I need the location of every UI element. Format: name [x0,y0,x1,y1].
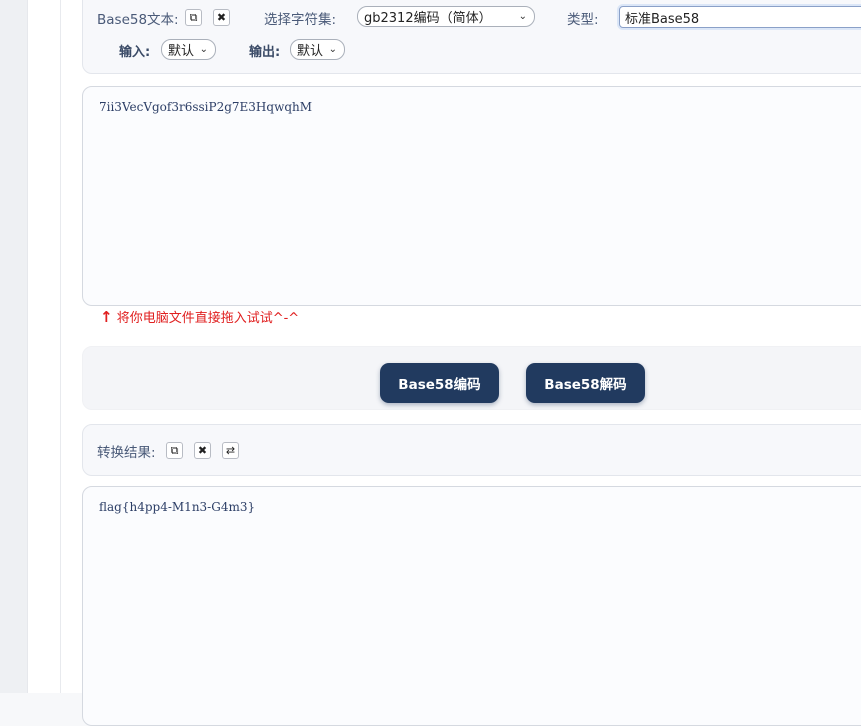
type-field-value: 标准Base58 [625,11,700,27]
arrow-up-icon: ↑ [100,308,113,326]
output-text: flag{h4pp4-M1n3-G4m3} [99,500,256,514]
output-mode-select[interactable]: 默认 ⌄ [290,39,345,60]
charset-select[interactable]: gb2312编码（简体） ⌄ [357,6,535,27]
charset-select-value: gb2312编码（简体） [364,11,492,26]
chevron-down-icon: ⌄ [199,44,208,55]
clear-output-icon[interactable]: ✖ [194,442,211,459]
base58-text-label: Base58文本: [97,12,179,28]
chevron-down-icon: ⌄ [518,11,527,22]
result-label: 转换结果: [97,445,156,461]
output-textarea[interactable]: flag{h4pp4-M1n3-G4m3} [82,486,861,726]
drag-hint: ↑ 将你电脑文件直接拖入试试^-^ [100,307,299,326]
input-mode-value: 默认 [168,44,195,59]
chevron-down-icon: ⌄ [328,44,337,55]
swap-icon[interactable]: ⇄ [222,442,239,459]
copy-input-icon[interactable]: ⧉ [185,9,202,26]
decode-button[interactable]: Base58解码 [526,363,645,403]
output-mode-value: 默认 [297,44,324,59]
drag-hint-text: 将你电脑文件直接拖入试试^-^ [116,311,300,326]
output-mode-label: 输出: [249,45,281,60]
input-mode-select[interactable]: 默认 ⌄ [161,39,216,60]
encode-button[interactable]: Base58编码 [380,363,499,403]
input-mode-label: 输入: [119,45,151,60]
clear-input-icon[interactable]: ✖ [213,9,230,26]
type-label: 类型: [567,12,599,28]
content-divider [60,0,61,693]
input-textarea[interactable]: 7ii3VecVgof3r6ssiP2g7E3HqwqhM [82,86,861,306]
copy-output-icon[interactable]: ⧉ [166,442,183,459]
type-field[interactable]: 标准Base58 [619,6,861,28]
left-margin [0,0,27,693]
charset-label: 选择字符集: [264,12,337,28]
input-text: 7ii3VecVgof3r6ssiP2g7E3HqwqhM [99,100,313,114]
